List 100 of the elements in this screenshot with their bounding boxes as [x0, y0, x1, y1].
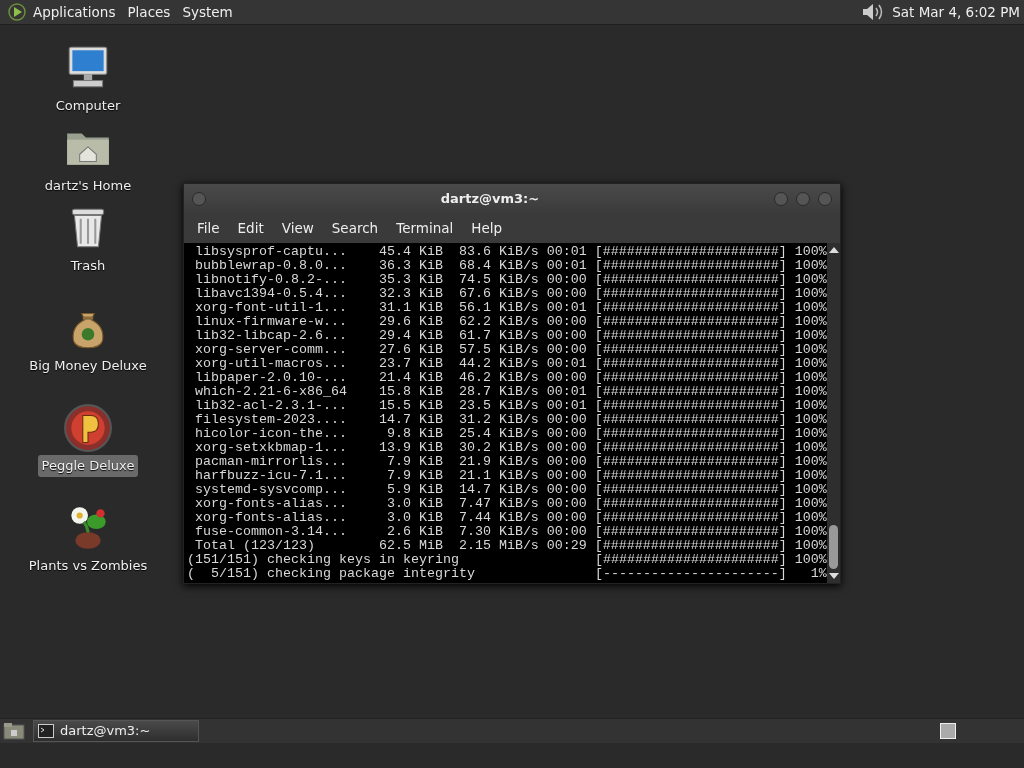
progress-bar-text: [######################] — [594, 553, 787, 567]
menu-item[interactable]: File — [188, 218, 229, 239]
scroll-down-icon[interactable] — [828, 573, 839, 579]
package-name: libpaper-2.0.10-... — [195, 371, 347, 385]
package-name: systemd-sysvcomp... — [195, 483, 347, 497]
scroll-up-icon[interactable] — [828, 247, 839, 253]
download-size: 7.9 KiB — [385, 455, 443, 469]
icon-label[interactable]: dartz's Home — [40, 175, 136, 197]
show-desktop-icon[interactable] — [3, 722, 25, 740]
package-name: bubblewrap-0.8.0... — [195, 259, 347, 273]
menu-item[interactable]: Edit — [228, 218, 273, 239]
package-name: which-2.21-6-x86_64 — [195, 385, 347, 399]
elapsed-time: 00:00 — [546, 483, 587, 497]
progress-bar-text: [######################] — [594, 469, 787, 483]
package-name: xorg-font-util-1... — [195, 301, 347, 315]
percent: 100% — [793, 455, 827, 469]
progress-bar-text: [######################] — [594, 371, 787, 385]
download-size: 9.8 KiB — [385, 427, 443, 441]
progress-bar-text: [######################] — [594, 525, 787, 539]
download-size: 32.3 KiB — [377, 287, 443, 301]
progress-bar-text: [######################] — [594, 259, 787, 273]
panel-menu[interactable]: Places — [121, 1, 177, 23]
icon-label[interactable]: Plants vs Zombies — [24, 555, 152, 577]
download-size: 15.8 KiB — [377, 385, 443, 399]
elapsed-time: 00:01 — [546, 245, 587, 259]
elapsed-time: 00:00 — [546, 511, 587, 525]
elapsed-time: 00:00 — [546, 315, 587, 329]
elapsed-time: 00:00 — [546, 497, 587, 511]
percent: 100% — [793, 329, 827, 343]
taskbar-button[interactable]: dartz@vm3:~ — [33, 720, 199, 742]
package-name: libsysprof-captu... — [195, 245, 347, 259]
panel-menu[interactable]: System — [176, 1, 239, 23]
percent: 100% — [793, 553, 827, 567]
download-rate: 14.7 KiB/s — [457, 483, 539, 497]
icon-label[interactable]: Big Money Deluxe — [25, 355, 151, 377]
elapsed-time: 00:00 — [546, 525, 587, 539]
progress-bar-text: [######################] — [594, 483, 787, 497]
icon-label[interactable]: Computer — [51, 95, 125, 117]
download-rate: 46.2 KiB/s — [457, 371, 539, 385]
package-name: xorg-fonts-alias... — [195, 511, 347, 525]
progress-bar-text: [######################] — [594, 427, 787, 441]
terminal-icon — [38, 724, 54, 738]
menu-item[interactable]: View — [272, 218, 323, 239]
percent: 100% — [793, 399, 827, 413]
package-name: linux-firmware-w... — [195, 315, 347, 329]
download-rate: 23.5 KiB/s — [457, 399, 539, 413]
percent: 100% — [793, 441, 827, 455]
download-size: 35.3 KiB — [377, 273, 443, 287]
menu-item[interactable]: Search — [322, 218, 388, 239]
progress-bar-text: [######################] — [594, 301, 787, 315]
status-message: (151/151) checking keys in keyring — [187, 553, 460, 567]
elapsed-time: 00:00 — [546, 273, 587, 287]
scrollbar-thumb[interactable] — [828, 525, 838, 569]
icon-label[interactable]: Peggle Deluxe — [37, 455, 139, 477]
workspace-switcher[interactable] — [940, 723, 956, 739]
download-size: 3.0 KiB — [385, 511, 443, 525]
package-name: lib32-acl-2.3.1-... — [195, 399, 347, 413]
download-size: 21.4 KiB — [377, 371, 443, 385]
ball-icon[interactable] — [63, 403, 113, 453]
package-name: harfbuzz-icu-7.1... — [195, 469, 347, 483]
percent: 100% — [793, 357, 827, 371]
percent: 100% — [793, 371, 827, 385]
elapsed-time: 00:00 — [546, 427, 587, 441]
menu-item[interactable]: Help — [462, 218, 512, 239]
download-rate: 21.9 KiB/s — [457, 455, 539, 469]
clock[interactable]: Sat Mar 4, 6:02 PM — [892, 1, 1020, 23]
percent: 100% — [793, 511, 827, 525]
elapsed-time: 00:01 — [546, 385, 587, 399]
logo-icon[interactable] — [7, 3, 27, 21]
progress-bar-text: [######################] — [594, 315, 787, 329]
package-name: libnotify-0.8.2-... — [195, 273, 347, 287]
download-size: 45.4 KiB — [377, 245, 443, 259]
download-size: 7.9 KiB — [385, 469, 443, 483]
download-size: 27.6 KiB — [377, 343, 443, 357]
download-rate: 44.2 KiB/s — [457, 357, 539, 371]
elapsed-time: 00:00 — [546, 343, 587, 357]
progress-bar-text: [######################] — [594, 399, 787, 413]
elapsed-time: 00:00 — [546, 413, 587, 427]
download-size: 3.0 KiB — [385, 497, 443, 511]
download-rate: 74.5 KiB/s — [457, 273, 539, 287]
package-name: Total (123/123) — [195, 539, 316, 553]
package-name: xorg-fonts-alias... — [195, 497, 347, 511]
download-rate: 7.44 KiB/s — [457, 511, 539, 525]
download-size: 29.6 KiB — [377, 315, 443, 329]
download-rate: 61.7 KiB/s — [457, 329, 539, 343]
percent: 100% — [793, 343, 827, 357]
download-size: 62.5 MiB — [377, 539, 443, 553]
download-size: 29.4 KiB — [377, 329, 443, 343]
panel-menu[interactable]: Applications — [27, 1, 122, 23]
elapsed-time: 00:01 — [546, 357, 587, 371]
percent: 100% — [793, 427, 827, 441]
percent: 1% — [809, 567, 827, 581]
progress-bar-text: [######################] — [594, 329, 787, 343]
volume-icon[interactable] — [860, 2, 885, 22]
progress-bar-text: [######################] — [594, 385, 787, 399]
menu-item[interactable]: Terminal — [387, 218, 463, 239]
icon-label[interactable]: Trash — [66, 255, 110, 277]
scrollbar[interactable] — [826, 243, 840, 583]
percent: 100% — [793, 315, 827, 329]
progress-bar-text: [######################] — [594, 511, 787, 525]
